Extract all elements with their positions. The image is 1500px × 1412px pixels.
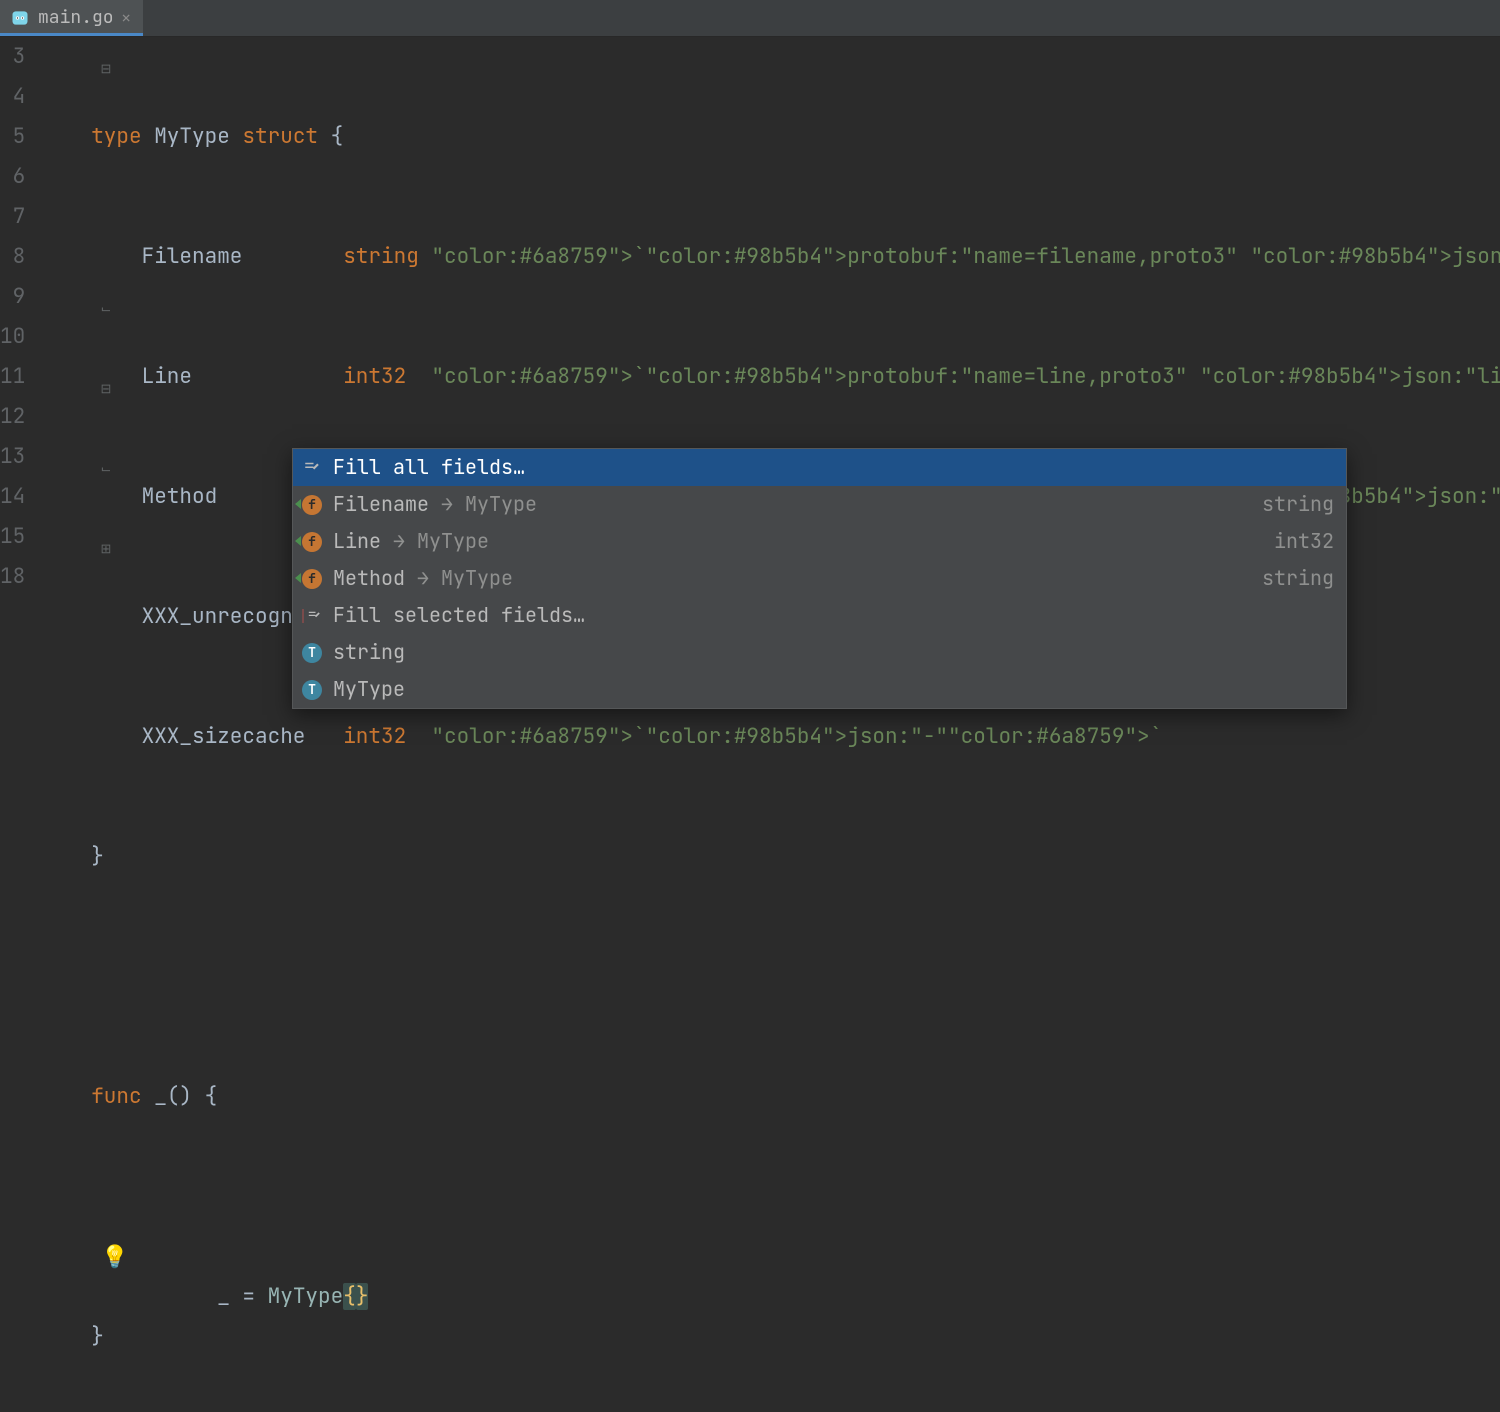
completion-sublabel: → MyType (429, 486, 537, 523)
code-content[interactable]: type MyType struct { Filename string "co… (55, 37, 1500, 1412)
completion-label: string (333, 634, 405, 671)
code-line: Filename string "color:#6a8759">`"color:… (91, 237, 1500, 277)
completion-item[interactable]: f Line → MyType int32 (293, 523, 1346, 560)
close-icon[interactable]: ✕ (122, 0, 131, 38)
code-line: XXX_sizecache int32 "color:#6a8759">`"co… (91, 717, 1500, 757)
completion-item[interactable]: T MyType (293, 671, 1346, 708)
code-line: 💡 _ = MyType{} (91, 1197, 1500, 1237)
completion-label: Line (333, 523, 381, 560)
template-icon (299, 458, 325, 478)
tab-bar: main.go ✕ (0, 0, 1500, 37)
code-line: type MyType struct { (91, 117, 1500, 157)
completion-type: int32 (1274, 523, 1334, 560)
line-number: 3 (0, 37, 25, 77)
code-line: func _() { (91, 1077, 1500, 1117)
completion-type: string (1262, 486, 1334, 523)
completion-popup: Fill all fields…fFilename → MyTypestring… (292, 448, 1347, 709)
line-number: 6 (0, 157, 25, 197)
field-icon: f (299, 532, 325, 552)
line-number: 4 (0, 77, 25, 117)
line-number: 10 (0, 317, 25, 357)
completion-label: Fill selected fields… (333, 597, 585, 634)
tab-label: main.go (38, 0, 114, 38)
line-number: 9 (0, 277, 25, 317)
line-number: 18 (0, 557, 25, 597)
line-number: 5 (0, 117, 25, 157)
line-number: 15 (0, 517, 25, 557)
completion-type: string (1262, 560, 1334, 597)
completion-label: Filename (333, 486, 429, 523)
type-icon: T (299, 643, 325, 663)
field-icon: f (299, 569, 325, 589)
line-number: 11 (0, 357, 25, 397)
line-number: 8 (0, 237, 25, 277)
line-number: 14 (0, 477, 25, 517)
template-icon (299, 606, 325, 626)
completion-sublabel: → MyType (405, 560, 513, 597)
type-icon: T (299, 680, 325, 700)
code-line: Line int32 "color:#6a8759">`"color:#98b5… (91, 357, 1500, 397)
line-number: 7 (0, 197, 25, 237)
completion-label: Fill all fields… (333, 449, 525, 486)
go-file-icon (10, 8, 30, 28)
line-number: 12 (0, 397, 25, 437)
completion-item[interactable]: Tstring (293, 634, 1346, 671)
completion-item[interactable]: Fill all fields… (293, 449, 1346, 486)
completion-sublabel: → MyType (381, 523, 489, 560)
file-tab[interactable]: main.go ✕ (0, 0, 143, 36)
code-line: } (91, 837, 1500, 877)
completion-label: Method (333, 560, 405, 597)
line-number: 13 (0, 437, 25, 477)
completion-item[interactable]: f Filename → MyType string (293, 486, 1346, 523)
editor-area[interactable]: 3 4 5 6 7 8 9 10 11 12 13 14 15 18 ⊟ ⌙ ⊟… (0, 37, 1500, 1412)
completion-label: MyType (333, 671, 405, 708)
code-line (91, 957, 1500, 997)
gutter: 3 4 5 6 7 8 9 10 11 12 13 14 15 18 (0, 37, 55, 1412)
intention-bulb-icon[interactable]: 💡 (101, 1237, 128, 1277)
field-icon: f (299, 495, 325, 515)
completion-item[interactable]: Fill selected fields… (293, 597, 1346, 634)
completion-item[interactable]: f Method → MyType string (293, 560, 1346, 597)
code-line: } (91, 1317, 1500, 1357)
